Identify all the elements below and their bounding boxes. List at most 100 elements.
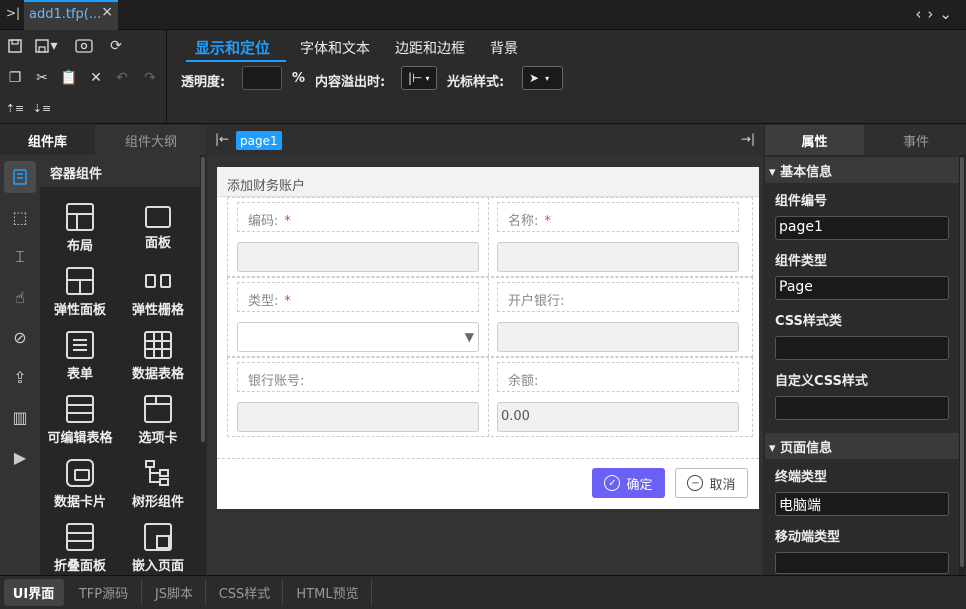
tab-tfp-source[interactable]: TFP源码 [66, 579, 142, 606]
collapse-panel-icon [66, 523, 94, 551]
media-category-icon[interactable]: ▶ [4, 441, 36, 473]
tab-properties[interactable]: 属性 [765, 125, 864, 155]
save-as-icon[interactable]: ▾ [32, 36, 60, 56]
confirm-label: 确定 [626, 477, 653, 493]
component-embed-page[interactable]: 嵌入页面 [120, 517, 196, 581]
save-icon[interactable] [5, 36, 25, 56]
select-category-icon[interactable]: ⬚ [4, 201, 36, 233]
tab-html-preview[interactable]: HTML预览 [284, 579, 372, 606]
component-data-table[interactable]: 数据表格 [120, 325, 196, 389]
component-layout[interactable]: 布局 [42, 197, 118, 261]
component-label: 嵌入页面 [131, 559, 184, 574]
component-list: 容器组件 布局 面板 弹性面板 弹性栅格 表单 数据表格 可编辑表格 选项卡 数… [40, 155, 200, 575]
click-category-icon[interactable]: ☝ [4, 281, 36, 313]
redo-icon[interactable]: ↷ [140, 68, 160, 88]
editor-tab-file[interactable]: add1.tfp(... × [24, 0, 118, 30]
properties-scrollbar[interactable] [959, 155, 965, 575]
opacity-input[interactable] [242, 66, 282, 90]
scrollbar-thumb[interactable] [960, 157, 964, 567]
tab-background[interactable]: 背景 [490, 38, 518, 58]
cancel-button[interactable]: − 取消 [675, 468, 748, 498]
tab-display-position[interactable]: 显示和定位 [195, 37, 270, 58]
name-input[interactable] [497, 242, 739, 272]
page-chip[interactable]: page1 [236, 131, 282, 150]
component-label: 树形组件 [131, 495, 184, 510]
component-form[interactable]: 表单 [42, 325, 118, 389]
refresh-icon[interactable]: ⟳ [106, 36, 126, 56]
confirm-button[interactable]: ✓ 确定 [592, 468, 665, 498]
copy-icon[interactable]: ❐ [5, 68, 25, 88]
tab-margin-border[interactable]: 边距和边框 [395, 38, 465, 58]
form-icon [66, 331, 94, 359]
dropdown-arrow-icon: ▼ [464, 330, 474, 344]
code-label-text: 编码: [248, 214, 279, 229]
page-breadcrumb-bar: |← page1 →| [207, 125, 763, 155]
type-label-text: 类型: [248, 294, 279, 309]
collapse-right-icon[interactable]: →| [741, 132, 755, 146]
component-flex-panel[interactable]: 弹性面板 [42, 261, 118, 325]
component-tabs[interactable]: 选项卡 [120, 389, 196, 453]
component-id-input[interactable]: page1 [775, 216, 949, 240]
tab-component-library[interactable]: 组件库 [0, 125, 95, 155]
scrollbar-thumb[interactable] [201, 157, 205, 442]
tree-icon [144, 459, 172, 487]
cursor-select[interactable]: ➤ ▾ [522, 66, 563, 90]
component-flex-grid[interactable]: 弹性栅格 [120, 261, 196, 325]
close-icon[interactable]: × [101, 4, 113, 20]
component-editable-table[interactable]: 可编辑表格 [42, 389, 118, 453]
tab-ui[interactable]: UI界面 [4, 579, 64, 606]
component-list-scrollbar[interactable] [200, 155, 206, 575]
properties-panel: ▾ 基本信息 组件编号 page1 组件类型 Page CSS样式类 自定义CS… [765, 155, 966, 575]
undo-icon[interactable]: ↶ [112, 68, 132, 88]
tab-css[interactable]: CSS样式 [207, 579, 283, 606]
required-mark: * [284, 294, 291, 309]
type-select[interactable]: ▼ [237, 322, 479, 352]
custom-css-input[interactable] [775, 396, 949, 420]
upload-category-icon[interactable]: ⇪ [4, 361, 36, 393]
cut-icon[interactable]: ✂ [32, 68, 52, 88]
component-label: 折叠面板 [53, 559, 106, 574]
column-divider [488, 197, 489, 437]
balance-input[interactable]: 0.00 [497, 402, 739, 432]
component-panel[interactable]: 面板 [120, 197, 196, 261]
editor-tab-title: add1.tfp(... [29, 7, 102, 22]
chart-category-icon[interactable]: ▥ [4, 401, 36, 433]
container-category-icon[interactable] [4, 161, 36, 193]
terminal-type-input[interactable]: 电脑端 [775, 492, 949, 516]
component-collapse-panel[interactable]: 折叠面板 [42, 517, 118, 581]
paste-icon[interactable]: 📋 [59, 68, 79, 88]
tab-nav-icons[interactable]: ‹›⌄ [915, 5, 958, 23]
css-class-label: CSS样式类 [775, 314, 842, 329]
bank-input[interactable] [497, 322, 739, 352]
overflow-select[interactable]: |⊢ ▾ [401, 66, 437, 90]
tabs-icon [144, 395, 172, 423]
component-label: 数据卡片 [53, 495, 106, 510]
input-category-icon[interactable]: ⌶ [4, 241, 36, 273]
page-info-section[interactable]: ▾ 页面信息 [765, 433, 960, 459]
component-tree[interactable]: 树形组件 [120, 453, 196, 517]
required-mark: * [284, 214, 291, 229]
move-up-icon[interactable]: ⇡≡ [5, 98, 25, 118]
custom-css-label: 自定义CSS样式 [775, 374, 868, 389]
css-class-input[interactable] [775, 336, 949, 360]
collapse-panel-icon[interactable]: >| [6, 6, 20, 24]
preview-icon[interactable] [74, 36, 94, 56]
code-input[interactable] [237, 242, 479, 272]
tab-events[interactable]: 事件 [866, 125, 966, 155]
basic-info-section[interactable]: ▾ 基本信息 [765, 157, 960, 183]
account-input[interactable] [237, 402, 479, 432]
tab-component-outline[interactable]: 组件大纲 [96, 125, 206, 155]
delete-icon[interactable]: ✕ [86, 68, 106, 88]
mobile-type-input[interactable] [775, 552, 949, 574]
move-down-icon[interactable]: ⇣≡ [32, 98, 52, 118]
component-type-label: 组件类型 [775, 254, 828, 269]
collapse-left-icon[interactable]: |← [215, 132, 229, 146]
component-label: 数据表格 [131, 367, 184, 382]
name-label-text: 名称: [508, 214, 539, 229]
component-type-input[interactable]: Page [775, 276, 949, 300]
hidden-category-icon[interactable]: ⊘ [4, 321, 36, 353]
component-data-card[interactable]: 数据卡片 [42, 453, 118, 517]
tab-js[interactable]: JS脚本 [143, 579, 206, 606]
tab-font-text[interactable]: 字体和文本 [300, 38, 370, 58]
component-label: 弹性面板 [53, 303, 106, 318]
